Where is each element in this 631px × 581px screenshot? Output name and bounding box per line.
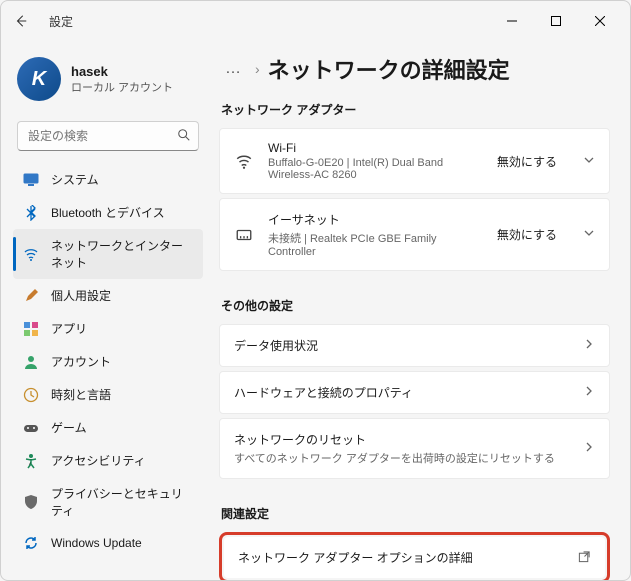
section-other: その他の設定 — [221, 297, 610, 314]
adapter-wifi-card[interactable]: Wi-Fi Buffalo-G-0E20 | Intel(R) Dual Ban… — [219, 128, 610, 194]
breadcrumb-overflow[interactable]: … — [219, 58, 247, 80]
sidebar-item-label: 個人用設定 — [51, 287, 111, 304]
sidebar-item-time[interactable]: 時刻と言語 — [13, 378, 203, 411]
card-subtitle: Buffalo-G-0E20 | Intel(R) Dual Band Wire… — [268, 157, 479, 181]
chevron-down-icon — [583, 154, 595, 169]
sidebar-item-system[interactable]: システム — [13, 163, 203, 196]
settings-window: 設定 K hasek ローカル アカウント システム — [0, 0, 631, 581]
chevron-down-icon — [583, 227, 595, 242]
apps-icon — [23, 321, 39, 337]
card-title: ネットワーク アダプター オプションの詳細 — [238, 549, 564, 566]
bluetooth-icon — [23, 205, 39, 221]
sidebar-item-apps[interactable]: アプリ — [13, 312, 203, 345]
card-title: ハードウェアと接続のプロパティ — [234, 384, 569, 401]
card-title: ネットワークのリセット — [234, 431, 569, 448]
sidebar-item-accounts[interactable]: アカウント — [13, 345, 203, 378]
sidebar-item-network[interactable]: ネットワークとインターネット — [13, 229, 203, 279]
content: … › ネットワークの詳細設定 ネットワーク アダプター Wi-Fi Buffa… — [211, 41, 630, 580]
clock-icon — [23, 387, 39, 403]
adapter-options-card[interactable]: ネットワーク アダプター オプションの詳細 — [224, 537, 605, 578]
sidebar-item-label: プライバシーとセキュリティ — [51, 485, 193, 519]
chevron-right-icon — [583, 385, 595, 400]
maximize-button[interactable] — [534, 6, 578, 36]
sidebar-item-bluetooth[interactable]: Bluetooth とデバイス — [13, 196, 203, 229]
window-title: 設定 — [49, 13, 73, 30]
breadcrumb: … › ネットワークの詳細設定 — [219, 53, 610, 85]
accessibility-icon — [23, 453, 39, 469]
sidebar-item-label: 時刻と言語 — [51, 386, 111, 403]
maximize-icon — [551, 16, 561, 26]
chevron-right-icon — [583, 338, 595, 353]
sidebar-item-label: Windows Update — [51, 536, 142, 550]
section-related: 関連設定 — [221, 505, 610, 522]
data-usage-card[interactable]: データ使用状況 — [219, 324, 610, 367]
search-icon — [177, 128, 191, 145]
sidebar-item-gaming[interactable]: ゲーム — [13, 411, 203, 444]
profile-subtitle: ローカル アカウント — [71, 79, 173, 95]
window-controls — [490, 6, 622, 36]
sidebar-item-privacy[interactable]: プライバシーとセキュリティ — [13, 477, 203, 527]
chevron-right-icon: › — [255, 61, 260, 77]
hardware-properties-card[interactable]: ハードウェアと接続のプロパティ — [219, 371, 610, 414]
monitor-icon — [23, 172, 39, 188]
sidebar-item-label: アクセシビリティ — [51, 452, 146, 469]
update-icon — [23, 535, 39, 551]
network-reset-card[interactable]: ネットワークのリセット すべてのネットワーク アダプターを出荷時の設定にリセット… — [219, 418, 610, 479]
shield-icon — [23, 494, 39, 510]
nav: システム Bluetooth とデバイス ネットワークとインターネット 個人用設… — [13, 163, 203, 559]
brush-icon — [23, 288, 39, 304]
avatar: K — [17, 57, 61, 101]
ethernet-icon — [234, 226, 254, 244]
back-button[interactable] — [9, 9, 33, 33]
sidebar-item-label: ネットワークとインターネット — [51, 237, 193, 271]
section-adapters: ネットワーク アダプター — [221, 101, 610, 118]
card-subtitle: すべてのネットワーク アダプターを出荷時の設定にリセットする — [234, 450, 569, 466]
highlight-box: ネットワーク アダプター オプションの詳細 — [219, 532, 610, 580]
person-icon — [23, 354, 39, 370]
open-external-icon — [578, 550, 591, 566]
wifi-icon — [234, 152, 254, 170]
disable-button[interactable]: 無効にする — [493, 151, 561, 172]
card-title: データ使用状況 — [234, 337, 569, 354]
minimize-icon — [507, 16, 517, 26]
adapter-ethernet-card[interactable]: イーサネット 未接続 | Realtek PCIe GBE Family Con… — [219, 198, 610, 271]
search-wrapper — [17, 121, 199, 151]
close-icon — [595, 16, 605, 26]
disable-button[interactable]: 無効にする — [493, 224, 561, 245]
sidebar-item-accessibility[interactable]: アクセシビリティ — [13, 444, 203, 477]
sidebar-item-label: システム — [51, 171, 99, 188]
profile-block[interactable]: K hasek ローカル アカウント — [13, 49, 203, 117]
wifi-icon — [23, 246, 39, 262]
minimize-button[interactable] — [490, 6, 534, 36]
card-title: イーサネット — [268, 211, 479, 228]
sidebar-item-label: アカウント — [51, 353, 111, 370]
chevron-right-icon — [583, 441, 595, 456]
sidebar-item-update[interactable]: Windows Update — [13, 527, 203, 559]
titlebar: 設定 — [1, 1, 630, 41]
profile-name: hasek — [71, 64, 173, 79]
sidebar-item-label: Bluetooth とデバイス — [51, 204, 165, 221]
sidebar-item-label: アプリ — [51, 320, 87, 337]
card-subtitle: 未接続 | Realtek PCIe GBE Family Controller — [268, 230, 479, 258]
arrow-left-icon — [14, 14, 28, 28]
search-input[interactable] — [17, 121, 199, 151]
sidebar: K hasek ローカル アカウント システム Bluetooth とデバイス — [1, 41, 211, 580]
sidebar-item-personalization[interactable]: 個人用設定 — [13, 279, 203, 312]
close-button[interactable] — [578, 6, 622, 36]
sidebar-item-label: ゲーム — [51, 419, 87, 436]
gamepad-icon — [23, 420, 39, 436]
card-title: Wi-Fi — [268, 141, 479, 155]
page-title: ネットワークの詳細設定 — [268, 53, 510, 85]
